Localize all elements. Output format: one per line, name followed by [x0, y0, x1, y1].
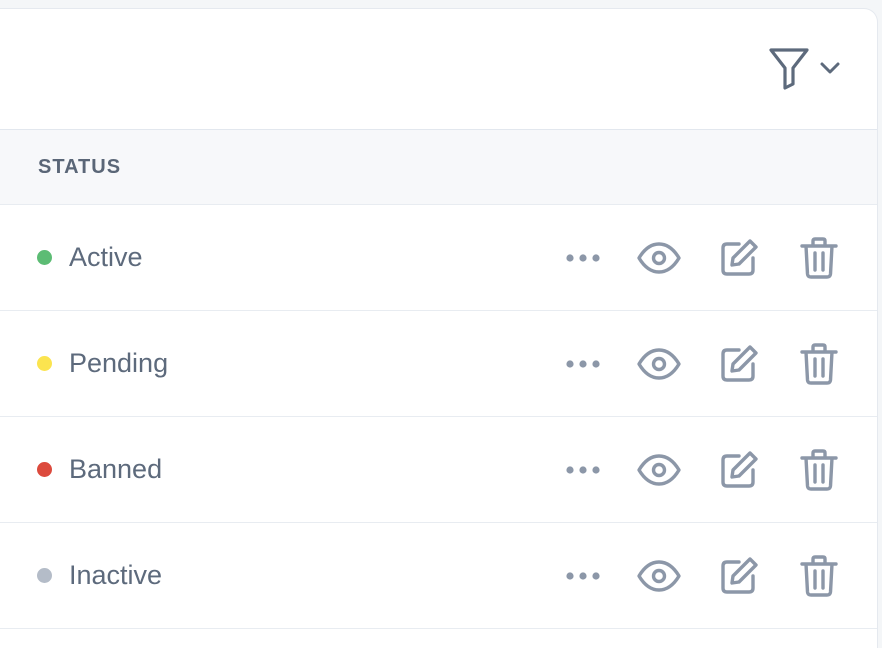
- status-label: Inactive: [69, 560, 163, 590]
- trash-icon: [800, 554, 838, 597]
- more-icon: [566, 571, 600, 580]
- edit-icon: [721, 238, 758, 276]
- more-icon: [566, 465, 600, 474]
- table-row: Active: [0, 205, 877, 311]
- table-header: STATUS: [0, 130, 877, 205]
- more-icon: [566, 253, 600, 262]
- view-button[interactable]: [637, 448, 681, 492]
- status-label: Banned: [69, 454, 163, 484]
- table-body: Active Pending Banned Inactive: [0, 205, 877, 629]
- more-actions-button[interactable]: [561, 236, 605, 280]
- table-row: Banned: [0, 417, 877, 523]
- status-dot: [37, 250, 52, 265]
- row-actions: [561, 417, 841, 522]
- delete-button[interactable]: [797, 342, 841, 386]
- trash-icon: [800, 342, 838, 385]
- edit-icon: [721, 344, 758, 382]
- delete-button[interactable]: [797, 448, 841, 492]
- row-actions: [561, 523, 841, 628]
- trash-icon: [800, 236, 838, 279]
- view-button[interactable]: [637, 236, 681, 280]
- edit-icon: [721, 556, 758, 594]
- delete-button[interactable]: [797, 554, 841, 598]
- edit-button[interactable]: [717, 236, 761, 280]
- edit-button[interactable]: [717, 448, 761, 492]
- edit-button[interactable]: [717, 554, 761, 598]
- eye-icon: [637, 453, 681, 486]
- row-actions: [561, 311, 841, 416]
- chevron-down-icon: [819, 57, 841, 84]
- status-label: Pending: [69, 348, 169, 378]
- filter-icon: [767, 46, 811, 95]
- more-actions-button[interactable]: [561, 448, 605, 492]
- eye-icon: [637, 347, 681, 380]
- eye-icon: [637, 559, 681, 592]
- status-dot: [37, 462, 52, 477]
- more-actions-button[interactable]: [561, 554, 605, 598]
- table-toolbar: [0, 9, 877, 130]
- table-row: Inactive: [0, 523, 877, 629]
- status-label: Active: [69, 242, 143, 272]
- status-dot: [37, 568, 52, 583]
- view-button[interactable]: [637, 342, 681, 386]
- edit-icon: [721, 450, 758, 488]
- view-button[interactable]: [637, 554, 681, 598]
- delete-button[interactable]: [797, 236, 841, 280]
- more-icon: [566, 359, 600, 368]
- status-dot: [37, 356, 52, 371]
- filter-button[interactable]: [751, 47, 841, 93]
- row-actions: [561, 205, 841, 310]
- trash-icon: [800, 448, 838, 491]
- table-card: STATUS Active Pending Banned Inactive: [0, 8, 878, 648]
- status-column-header[interactable]: STATUS: [38, 156, 121, 179]
- edit-button[interactable]: [717, 342, 761, 386]
- eye-icon: [637, 241, 681, 274]
- more-actions-button[interactable]: [561, 342, 605, 386]
- table-row: Pending: [0, 311, 877, 417]
